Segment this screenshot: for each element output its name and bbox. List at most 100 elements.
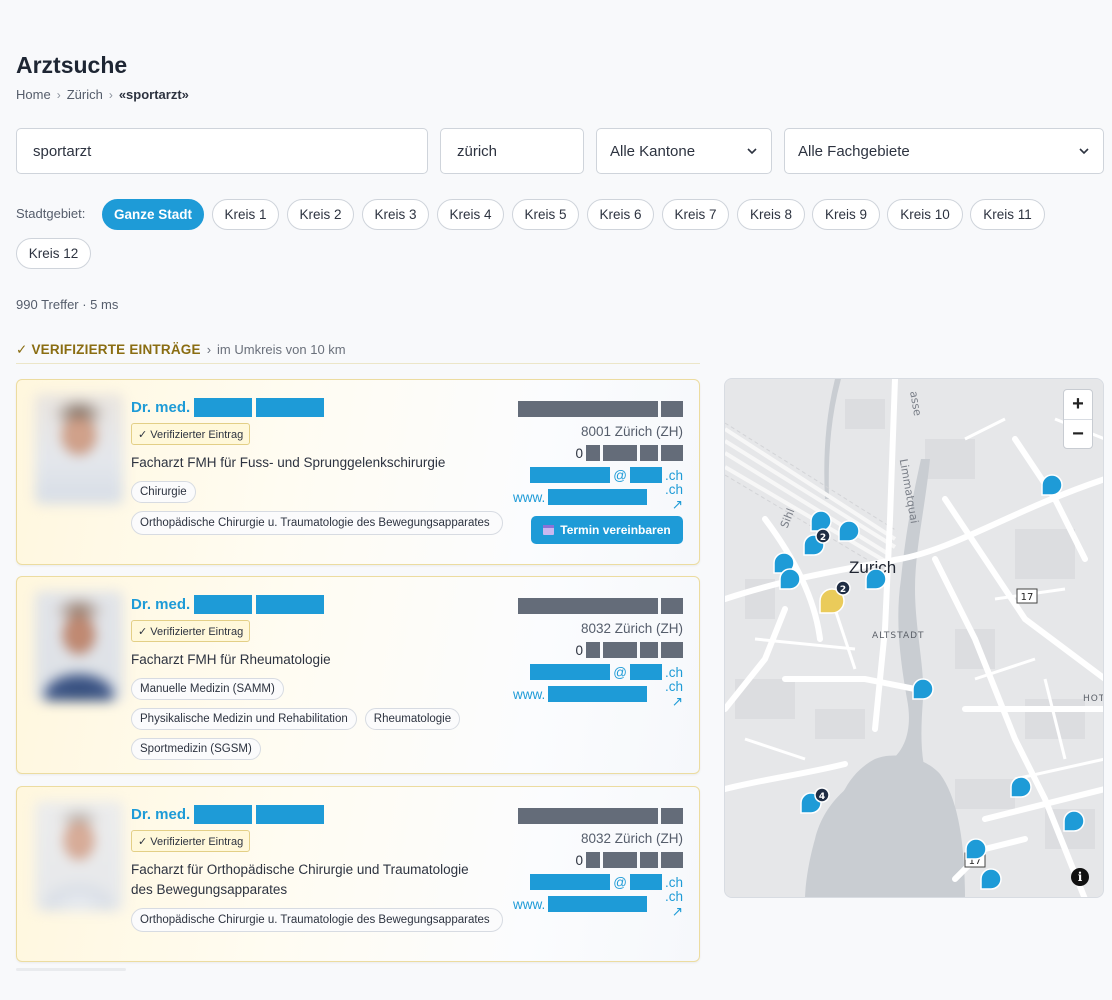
email-at: @ bbox=[613, 664, 627, 680]
chevron-down-icon bbox=[747, 148, 757, 155]
redacted-first-name bbox=[194, 594, 253, 614]
district-pill-kreis-1[interactable]: Kreis 1 bbox=[212, 199, 279, 230]
postal-city: 8032 Zürich (ZH) bbox=[580, 620, 683, 636]
website-prefix: www. bbox=[513, 686, 546, 702]
district-pill-kreis-9[interactable]: Kreis 9 bbox=[812, 199, 880, 230]
verified-section-title: ✓ VERIFIZIERTE EINTRÄGE bbox=[16, 341, 201, 357]
district-filter-label: Stadtgebiet: bbox=[16, 206, 86, 221]
phone-link[interactable]: 0 bbox=[513, 639, 683, 661]
map-marker-icon[interactable] bbox=[980, 868, 1002, 890]
phone-link[interactable]: 0 bbox=[513, 849, 683, 871]
postal-city: 8001 Zürich (ZH) bbox=[580, 423, 683, 439]
email-tld: .ch bbox=[664, 467, 683, 483]
doctor-card[interactable]: Dr. med. ✓ Verifizierter Eintrag Facharz… bbox=[16, 576, 700, 774]
district-pill-kreis-11[interactable]: Kreis 11 bbox=[970, 199, 1045, 230]
doctor-card[interactable]: Dr. med. ✓ Verifizierter Eintrag Facharz… bbox=[16, 379, 700, 565]
specialty-tag: Orthopädische Chirurgie u. Traumatologie… bbox=[131, 908, 503, 932]
breadcrumb-separator-icon: › bbox=[108, 87, 113, 102]
map-canvas[interactable]: asse Limmatquai Sihl Zurich ALTSTADT HOT… bbox=[725, 379, 1104, 898]
website-link[interactable]: www. .ch ↗ bbox=[513, 679, 683, 709]
email-at: @ bbox=[613, 467, 627, 483]
info-icon[interactable]: i bbox=[1071, 868, 1089, 886]
website-link[interactable]: www. .ch ↗ bbox=[513, 889, 683, 919]
website-suffix: .ch ↗ bbox=[664, 481, 683, 512]
doctor-photo bbox=[35, 801, 123, 911]
tag-list: Orthopädische Chirurgie u. Traumatologie… bbox=[131, 908, 507, 932]
map-marker-icon[interactable] bbox=[965, 838, 987, 860]
email-at: @ bbox=[613, 874, 627, 890]
map-district-label: ALTSTADT bbox=[872, 631, 925, 641]
map-marker-icon[interactable] bbox=[865, 568, 887, 590]
district-pill-kreis-3[interactable]: Kreis 3 bbox=[362, 199, 429, 230]
location-value: zürich bbox=[457, 142, 498, 160]
breadcrumb: Home › Zürich › «sportarzt» bbox=[16, 87, 189, 102]
specialty-tag: Chirurgie bbox=[131, 481, 196, 503]
redacted-street bbox=[513, 595, 683, 617]
map-marker-icon[interactable] bbox=[1010, 776, 1032, 798]
tag-row-break bbox=[292, 678, 492, 700]
district-pill-kreis-6[interactable]: Kreis 6 bbox=[587, 199, 654, 230]
results-map[interactable]: asse Limmatquai Sihl Zurich ALTSTADT HOT… bbox=[724, 378, 1104, 898]
map-marker-icon[interactable] bbox=[1041, 474, 1063, 496]
cluster-count: 2 bbox=[820, 533, 826, 543]
book-appointment-label: Termin vereinbaren bbox=[560, 523, 671, 537]
website-link[interactable]: www. .ch ↗ bbox=[513, 482, 683, 512]
breadcrumb-city[interactable]: Zürich bbox=[67, 87, 103, 102]
zoom-out-button[interactable]: − bbox=[1064, 419, 1092, 448]
divider bbox=[16, 968, 126, 971]
district-pill-kreis-7[interactable]: Kreis 7 bbox=[662, 199, 729, 230]
website-suffix: .ch ↗ bbox=[664, 678, 683, 709]
contact-info: 8032 Zürich (ZH) 0 @ .ch www. .ch ↗ bbox=[513, 595, 683, 709]
breadcrumb-home[interactable]: Home bbox=[16, 87, 51, 102]
district-pill-kreis-8[interactable]: Kreis 8 bbox=[737, 199, 805, 230]
redacted-first-name bbox=[194, 804, 253, 824]
doctor-name-link[interactable]: Dr. med. bbox=[131, 593, 511, 615]
district-pill-ganze-stadt[interactable]: Ganze Stadt bbox=[102, 199, 204, 230]
district-pill-kreis-12[interactable]: Kreis 12 bbox=[16, 238, 91, 269]
redacted-first-name bbox=[194, 397, 253, 417]
map-hotel-label: HOT bbox=[1083, 694, 1104, 704]
doctor-card[interactable]: Dr. med. ✓ Verifizierter Eintrag Facharz… bbox=[16, 786, 700, 962]
specialty-select[interactable]: Alle Fachgebiete bbox=[784, 128, 1104, 174]
phone-prefix: 0 bbox=[575, 642, 583, 658]
search-query-input[interactable]: sportarzt bbox=[16, 128, 428, 174]
doctor-specialty: Facharzt für Orthopädische Chirurgie und… bbox=[131, 862, 469, 897]
doctor-info: Dr. med. ✓ Verifizierter Eintrag Facharz… bbox=[131, 803, 507, 932]
contact-info: 8032 Zürich (ZH) 0 @ .ch www. .ch ↗ bbox=[513, 805, 683, 919]
zoom-in-button[interactable]: + bbox=[1064, 390, 1092, 419]
doctor-info: Dr. med. ✓ Verifizierter Eintrag Facharz… bbox=[131, 396, 507, 535]
district-pill-kreis-2[interactable]: Kreis 2 bbox=[287, 199, 354, 230]
verified-badge: ✓ Verifizierter Eintrag bbox=[131, 423, 251, 445]
doctor-name-prefix: Dr. med. bbox=[131, 595, 191, 613]
specialty-tag: Physikalische Medizin und Rehabilitation bbox=[131, 708, 357, 730]
doctor-photo bbox=[35, 394, 123, 504]
website-prefix: www. bbox=[513, 896, 546, 912]
doctor-name-link[interactable]: Dr. med. bbox=[131, 803, 507, 825]
map-marker-icon[interactable] bbox=[779, 568, 801, 590]
search-query-value: sportarzt bbox=[33, 142, 92, 160]
location-input[interactable]: zürich bbox=[440, 128, 584, 174]
map-marker-icon[interactable] bbox=[912, 678, 934, 700]
map-marker-icon[interactable] bbox=[1063, 810, 1085, 832]
phone-link[interactable]: 0 bbox=[513, 442, 683, 464]
canton-select[interactable]: Alle Kantone bbox=[596, 128, 772, 174]
verified-section-header: ✓ VERIFIZIERTE EINTRÄGE › im Umkreis von… bbox=[16, 340, 700, 364]
district-pill-kreis-4[interactable]: Kreis 4 bbox=[437, 199, 504, 230]
contact-info: 8001 Zürich (ZH) 0 @ .ch www. .ch ↗ Termin… bbox=[513, 398, 683, 544]
specialty-select-value: Alle Fachgebiete bbox=[798, 142, 910, 160]
district-pill-kreis-5[interactable]: Kreis 5 bbox=[512, 199, 579, 230]
map-marker-icon[interactable] bbox=[810, 510, 832, 532]
verified-badge: ✓ Verifizierter Eintrag bbox=[131, 620, 251, 642]
specialty-tag: Orthopädische Chirurgie u. Traumatologie… bbox=[131, 511, 503, 535]
cluster-count: 4 bbox=[819, 792, 825, 802]
verified-section-radius: im Umkreis von 10 km bbox=[217, 342, 346, 357]
doctor-name-prefix: Dr. med. bbox=[131, 398, 191, 416]
result-count: 990 Treffer · 5 ms bbox=[16, 297, 119, 312]
verified-badge: ✓ Verifizierter Eintrag bbox=[131, 830, 251, 852]
book-appointment-button[interactable]: Termin vereinbaren bbox=[531, 516, 683, 544]
specialty-tag: Sportmedizin (SGSM) bbox=[131, 738, 261, 760]
page-title: Arztsuche bbox=[16, 52, 128, 78]
district-pill-kreis-10[interactable]: Kreis 10 bbox=[887, 199, 963, 230]
map-marker-icon[interactable] bbox=[838, 520, 860, 542]
doctor-name-link[interactable]: Dr. med. bbox=[131, 396, 507, 418]
